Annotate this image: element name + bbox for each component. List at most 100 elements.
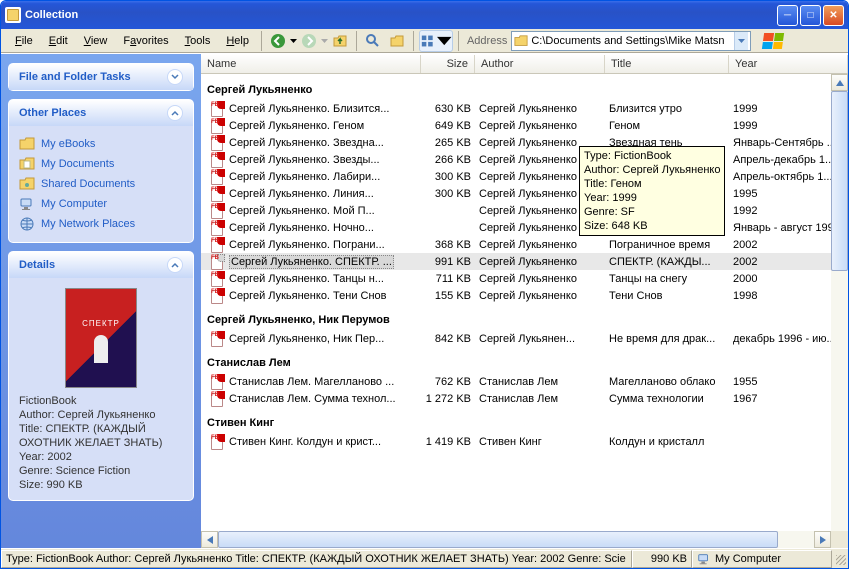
panel-file-tasks: File and Folder Tasks bbox=[9, 64, 193, 90]
sidebar-item-my-network-places[interactable]: My Network Places bbox=[19, 214, 183, 234]
folders-button[interactable] bbox=[386, 30, 408, 52]
file-row[interactable]: Сергей Лукьяненко. Близится...630 KBСерг… bbox=[201, 100, 848, 117]
menu-view[interactable]: View bbox=[76, 33, 116, 49]
file-row[interactable]: Сергей Лукьяненко. Лабири...300 KBСергей… bbox=[201, 168, 848, 185]
chevron-up-icon[interactable] bbox=[167, 257, 183, 273]
sidebar-item-my-documents[interactable]: My Documents bbox=[19, 154, 183, 174]
panel-header-places[interactable]: Other Places bbox=[9, 100, 193, 126]
fictionbook-icon bbox=[210, 101, 226, 117]
cell-size: 300 KB bbox=[421, 188, 475, 200]
panel-header-tasks[interactable]: File and Folder Tasks bbox=[9, 64, 193, 90]
chevron-down-icon[interactable] bbox=[167, 69, 183, 85]
cell-title: Не время для драк... bbox=[605, 333, 729, 345]
menu-help[interactable]: Help bbox=[218, 33, 257, 49]
fictionbook-icon bbox=[210, 288, 226, 304]
vertical-scrollbar[interactable] bbox=[831, 74, 848, 548]
scroll-track[interactable] bbox=[831, 91, 848, 531]
window-icon bbox=[5, 7, 21, 23]
file-row[interactable]: Сергей Лукьяненко. Пограни...368 KBСерге… bbox=[201, 236, 848, 253]
cell-title: Танцы на снегу bbox=[605, 273, 729, 285]
file-row[interactable]: Стивен Кинг. Колдун и крист...1 419 KBСт… bbox=[201, 433, 848, 450]
address-dropdown-button[interactable] bbox=[734, 32, 748, 50]
scroll-thumb[interactable] bbox=[831, 91, 848, 271]
up-button[interactable] bbox=[329, 30, 351, 52]
cell-size: 300 KB bbox=[421, 171, 475, 183]
sidebar-item-my-ebooks[interactable]: My eBooks bbox=[19, 134, 183, 154]
address-bar[interactable] bbox=[511, 31, 751, 51]
file-row[interactable]: Сергей Лукьяненко. Танцы н...711 KBСерге… bbox=[201, 270, 848, 287]
col-name[interactable]: Name bbox=[201, 55, 421, 73]
back-dropdown-icon[interactable] bbox=[290, 39, 297, 43]
col-title[interactable]: Title bbox=[605, 55, 729, 73]
file-row[interactable]: Сергей Лукьяненко. Геном649 KBСергей Лук… bbox=[201, 117, 848, 134]
group-header[interactable]: Стивен Кинг bbox=[201, 407, 848, 433]
file-row[interactable]: Станислав Лем. Сумма технол...1 272 KBСт… bbox=[201, 390, 848, 407]
cell-size: 1 419 KB bbox=[421, 436, 475, 448]
cell-year: 2002 bbox=[729, 256, 846, 268]
menu-tools[interactable]: Tools bbox=[177, 33, 219, 49]
cell-title: Сумма технологии bbox=[605, 393, 729, 405]
back-button[interactable] bbox=[267, 30, 289, 52]
menu-file[interactable]: File bbox=[7, 33, 41, 49]
file-row[interactable]: Сергей Лукьяненко. Звездна...265 KBСерге… bbox=[201, 134, 848, 151]
search-button[interactable] bbox=[362, 30, 384, 52]
file-row[interactable]: Сергей Лукьяненко. Звезды...266 KBСергей… bbox=[201, 151, 848, 168]
resize-grip[interactable] bbox=[832, 551, 848, 567]
sidebar-item-label: My Network Places bbox=[41, 218, 135, 230]
file-row[interactable]: Сергей Лукьяненко. СПЕКТР. ...991 KBСерг… bbox=[201, 253, 848, 270]
detail-year: Year: 2002 bbox=[19, 450, 183, 464]
cell-title: Тени Снов bbox=[605, 290, 729, 302]
file-row[interactable]: Станислав Лем. Магелланово ...762 KBСтан… bbox=[201, 373, 848, 390]
address-label: Address bbox=[463, 35, 511, 47]
fictionbook-icon bbox=[210, 186, 226, 202]
fictionbook-icon bbox=[210, 203, 226, 219]
group-header[interactable]: Станислав Лем bbox=[201, 347, 848, 373]
file-row[interactable]: Сергей Лукьяненко, Ник Пер...842 KBСерге… bbox=[201, 330, 848, 347]
sidebar-item-label: My Documents bbox=[41, 158, 114, 170]
menu-favorites[interactable]: Favorites bbox=[115, 33, 176, 49]
status-size: 990 KB bbox=[632, 550, 692, 568]
detail-title-2: ОХОТНИК ЖЕЛАЕТ ЗНАТЬ) bbox=[19, 436, 183, 450]
separator bbox=[356, 31, 357, 51]
minimize-button[interactable]: ─ bbox=[777, 5, 798, 26]
cell-author: Станислав Лем bbox=[475, 376, 605, 388]
scroll-thumb-h[interactable] bbox=[218, 531, 778, 548]
scroll-left-button[interactable] bbox=[201, 531, 218, 548]
sidebar-item-shared-documents[interactable]: Shared Documents bbox=[19, 174, 183, 194]
col-year[interactable]: Year bbox=[729, 55, 848, 73]
panel-details: Details FictionBook Author: Сергей Лукья… bbox=[9, 252, 193, 500]
computer-icon bbox=[19, 196, 35, 212]
fictionbook-icon bbox=[210, 374, 226, 390]
file-list[interactable]: Сергей ЛукьяненкоСергей Лукьяненко. Близ… bbox=[201, 74, 848, 548]
file-row[interactable]: Сергей Лукьяненко. Ночно...Сергей Лукьян… bbox=[201, 219, 848, 236]
forward-dropdown-icon[interactable] bbox=[321, 39, 328, 43]
col-author[interactable]: Author bbox=[475, 55, 605, 73]
menu-edit[interactable]: Edit bbox=[41, 33, 76, 49]
scroll-up-button[interactable] bbox=[831, 74, 848, 91]
main-listview: Name Size Author Title Year Сергей Лукья… bbox=[201, 54, 848, 548]
address-input[interactable] bbox=[531, 35, 734, 47]
menubar: File Edit View Favorites Tools Help Addr… bbox=[1, 29, 848, 53]
file-row[interactable]: Сергей Лукьяненко. Линия...300 KBСергей … bbox=[201, 185, 848, 202]
forward-button[interactable] bbox=[298, 30, 320, 52]
cell-name: Сергей Лукьяненко. Линия... bbox=[203, 186, 421, 202]
views-button[interactable] bbox=[419, 30, 453, 52]
file-row[interactable]: Сергей Лукьяненко. Тени Снов155 KBСергей… bbox=[201, 287, 848, 304]
chevron-up-icon[interactable] bbox=[167, 105, 183, 121]
close-button[interactable]: ✕ bbox=[823, 5, 844, 26]
col-size[interactable]: Size bbox=[421, 55, 475, 73]
cell-size: 711 KB bbox=[421, 273, 475, 285]
scroll-track-h[interactable] bbox=[218, 531, 814, 548]
cell-year: 1999 bbox=[729, 103, 846, 115]
cell-year: 1967 bbox=[729, 393, 846, 405]
horizontal-scrollbar[interactable] bbox=[201, 531, 831, 548]
group-header[interactable]: Сергей Лукьяненко bbox=[201, 74, 848, 100]
panel-header-details[interactable]: Details bbox=[9, 252, 193, 278]
sidebar-item-my-computer[interactable]: My Computer bbox=[19, 194, 183, 214]
group-header[interactable]: Сергей Лукьяненко, Ник Перумов bbox=[201, 304, 848, 330]
maximize-button[interactable]: □ bbox=[800, 5, 821, 26]
cell-title: СПЕКТР. (КАЖДЫ... bbox=[605, 256, 729, 268]
cell-size: 155 KB bbox=[421, 290, 475, 302]
scroll-right-button[interactable] bbox=[814, 531, 831, 548]
file-row[interactable]: Сергей Лукьяненко. Мой П...Сергей Лукьян… bbox=[201, 202, 848, 219]
